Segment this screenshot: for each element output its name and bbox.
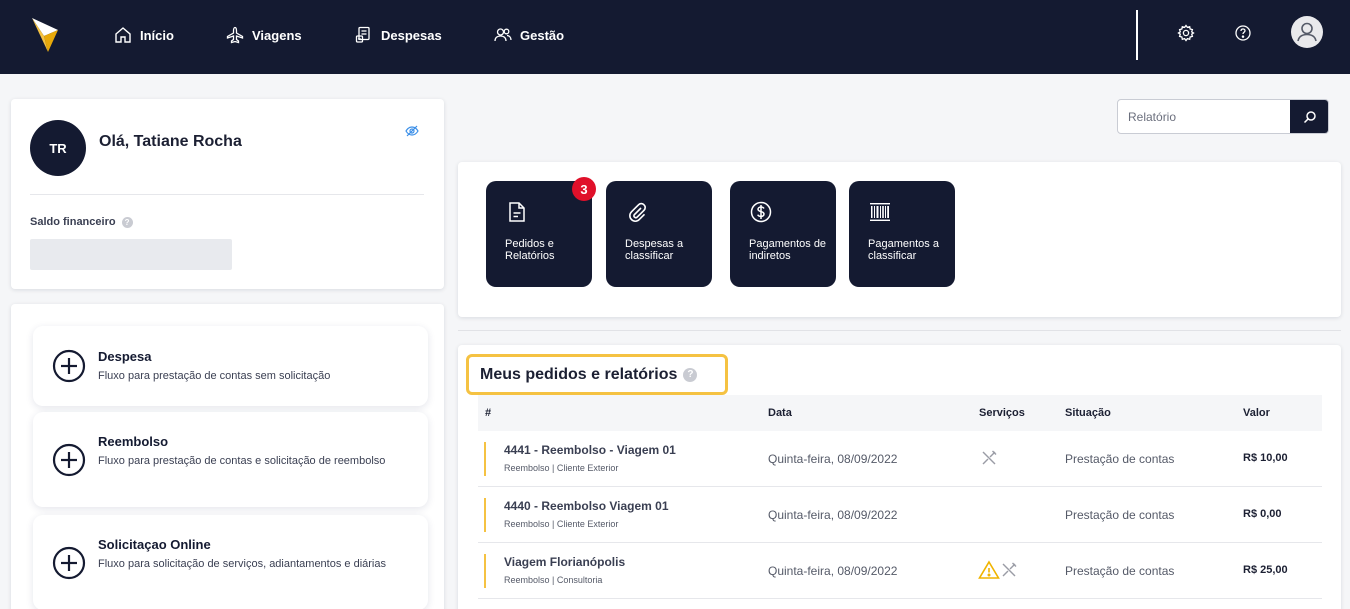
row-subtitle: Reembolso | Cliente Exterior (504, 463, 619, 473)
brand-logo[interactable] (30, 16, 60, 54)
nav-label: Gestão (520, 27, 565, 43)
users-icon (494, 28, 512, 42)
tile-label: Pagamentos a classificar (868, 238, 939, 262)
column-header: # (485, 407, 492, 419)
row-status: Prestação de contas (1065, 508, 1175, 522)
help-icon[interactable]: ? (683, 367, 698, 382)
action-title: Despesa (98, 349, 152, 364)
balance-label-text: Saldo financeiro (30, 216, 116, 228)
table-header: # Data Serviços Situação Valor (478, 395, 1322, 431)
cutlery-icon (1002, 562, 1017, 577)
column-header: Data (768, 407, 792, 419)
tile-label: Pedidos e Relatórios (505, 238, 555, 262)
action-description: Fluxo para prestação de contas sem solic… (98, 370, 331, 382)
action-title: Reembolso (98, 434, 169, 449)
report-search (1117, 99, 1329, 134)
tile-label: Despesas a classificar (625, 238, 684, 262)
requests-card: Meus pedidos e relatórios ? # Data Servi… (458, 345, 1341, 609)
new-online-request-button[interactable]: Solicitaçao Online Fluxo para solicitaçã… (33, 515, 428, 609)
help-icon[interactable]: ? (121, 216, 133, 228)
plus-circle-icon (52, 546, 86, 580)
tile-indirect-payments[interactable]: Pagamentos de indiretos (730, 181, 836, 287)
tile-payments-to-classify[interactable]: Pagamentos a classificar (849, 181, 955, 287)
plus-circle-icon (52, 443, 86, 477)
paperclip-icon (629, 202, 646, 223)
section-title: Meus pedidos e relatórios ? (466, 354, 728, 395)
avatar: TR (30, 120, 86, 176)
search-input[interactable] (1118, 100, 1290, 133)
new-expense-button[interactable]: Despesa Fluxo para prestação de contas s… (33, 326, 428, 406)
table-row[interactable]: 4441 - Reembolso - Viagem 01 Reembolso |… (478, 432, 1322, 487)
gear-icon[interactable] (1177, 24, 1195, 42)
column-header: Serviços (979, 407, 1025, 419)
plane-icon (226, 26, 244, 44)
nav-divider (1136, 10, 1138, 60)
nav-item-despesas[interactable]: Despesas (355, 24, 442, 46)
receipt-icon (355, 26, 370, 43)
eye-off-icon[interactable] (405, 124, 419, 138)
nav-item-viagens[interactable]: Viagens (226, 24, 302, 46)
action-title: Solicitaçao Online (98, 537, 211, 552)
column-header: Situação (1065, 407, 1111, 419)
row-accent (484, 498, 486, 532)
top-navbar: Início Viagens Despesas Gestão (0, 0, 1350, 74)
row-accent (484, 442, 486, 476)
nav-label: Viagens (252, 27, 302, 43)
row-value: R$ 0,00 (1243, 508, 1282, 520)
tile-expenses-to-classify[interactable]: Despesas a classificar (606, 181, 712, 287)
row-title: Viagem Florianópolis (504, 555, 626, 569)
barcode-icon (870, 203, 890, 221)
row-status: Prestação de contas (1065, 452, 1175, 466)
greeting-text: Olá, Tatiane Rocha (99, 133, 242, 150)
table-row[interactable]: 4440 - Reembolso Viagem 01 Reembolso | C… (478, 488, 1322, 543)
row-title: 4440 - Reembolso Viagem 01 (504, 499, 669, 513)
notification-badge: 3 (572, 177, 596, 201)
table-row[interactable]: Viagem Florianópolis Reembolso | Consult… (478, 544, 1322, 599)
search-button[interactable] (1290, 100, 1328, 133)
row-status: Prestação de contas (1065, 564, 1175, 578)
document-icon (509, 202, 525, 222)
balance-label: Saldo financeiro ? (30, 216, 133, 228)
nav-label: Despesas (381, 27, 442, 43)
nav-item-gestao[interactable]: Gestão (494, 24, 564, 46)
nav-item-inicio[interactable]: Início (114, 24, 174, 46)
new-reimbursement-button[interactable]: Reembolso Fluxo para prestação de contas… (33, 412, 428, 507)
row-value: R$ 10,00 (1243, 452, 1288, 464)
user-avatar-icon[interactable] (1291, 16, 1323, 48)
cutlery-icon (982, 450, 997, 465)
new-request-card: Despesa Fluxo para prestação de contas s… (11, 304, 444, 609)
row-accent (484, 554, 486, 588)
row-date: Quinta-feira, 08/09/2022 (768, 564, 898, 578)
row-date: Quinta-feira, 08/09/2022 (768, 452, 898, 466)
search-icon (1303, 110, 1316, 123)
tile-label: Pagamentos de indiretos (749, 238, 827, 262)
balance-placeholder (30, 239, 232, 270)
row-subtitle: Reembolso | Consultoria (504, 575, 603, 585)
help-icon[interactable] (1234, 24, 1252, 42)
dollar-icon (750, 201, 772, 223)
action-description: Fluxo para solicitação de serviços, adia… (98, 558, 386, 570)
home-icon (115, 27, 131, 43)
section-title-text: Meus pedidos e relatórios (480, 365, 678, 383)
column-header: Valor (1243, 407, 1270, 419)
row-title: 4441 - Reembolso - Viagem 01 (504, 443, 676, 457)
warning-icon (978, 560, 1000, 579)
row-value: R$ 25,00 (1243, 564, 1288, 576)
plus-circle-icon (52, 349, 86, 383)
nav-label: Início (140, 27, 174, 43)
row-subtitle: Reembolso | Cliente Exterior (504, 519, 619, 529)
action-description: Fluxo para prestação de contas e solicit… (98, 455, 386, 467)
profile-card: TR Olá, Tatiane Rocha Saldo financeiro ? (11, 99, 444, 289)
divider (30, 194, 424, 195)
row-date: Quinta-feira, 08/09/2022 (768, 508, 898, 522)
divider (458, 330, 1341, 331)
